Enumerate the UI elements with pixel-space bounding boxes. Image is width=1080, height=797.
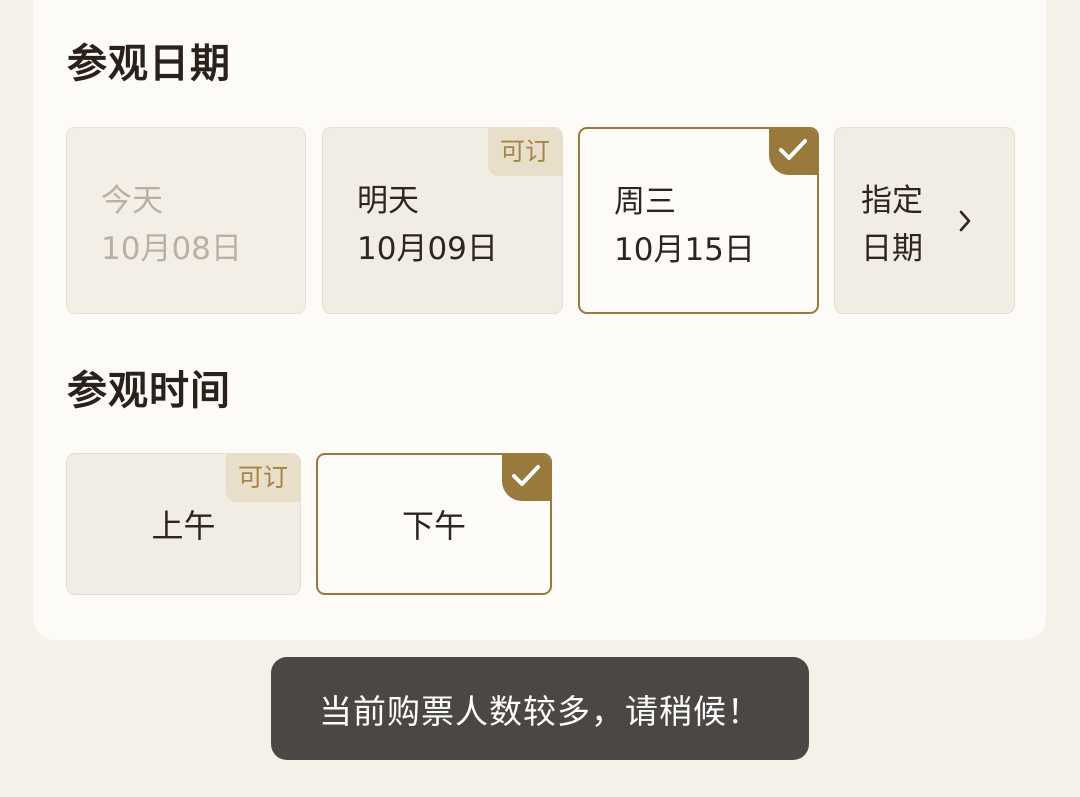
date-option-custom-picker[interactable]: 指定 日期 — [834, 127, 1015, 314]
check-icon — [769, 129, 817, 175]
date-option-day: 明天 — [357, 183, 419, 219]
date-option-date: 10月08日 — [101, 231, 242, 267]
date-option-day: 指定 — [861, 183, 923, 219]
toast-message: 当前购票人数较多，请稍候！ — [271, 657, 809, 760]
time-option-label: 下午 — [401, 507, 466, 545]
date-option-day: 今天 — [101, 183, 163, 219]
date-option-today[interactable]: 今天 10月08日 — [66, 127, 306, 314]
time-option-label: 上午 — [151, 507, 216, 545]
date-option-date: 10月09日 — [357, 231, 498, 267]
date-option-tomorrow[interactable]: 可订 明天 10月09日 — [322, 127, 563, 314]
date-option-wednesday[interactable]: 周三 10月15日 — [578, 127, 819, 314]
date-option-day: 周三 — [614, 184, 676, 220]
time-option-afternoon[interactable]: 下午 — [316, 453, 552, 595]
visit-time-title: 参观时间 — [67, 367, 231, 414]
chevron-right-icon — [958, 209, 972, 237]
date-option-date: 日期 — [861, 231, 923, 267]
date-option-date: 10月15日 — [614, 232, 755, 268]
bookable-tag: 可订 — [487, 128, 562, 176]
time-option-morning[interactable]: 可订 上午 — [66, 453, 301, 595]
visit-date-title: 参观日期 — [67, 40, 231, 87]
